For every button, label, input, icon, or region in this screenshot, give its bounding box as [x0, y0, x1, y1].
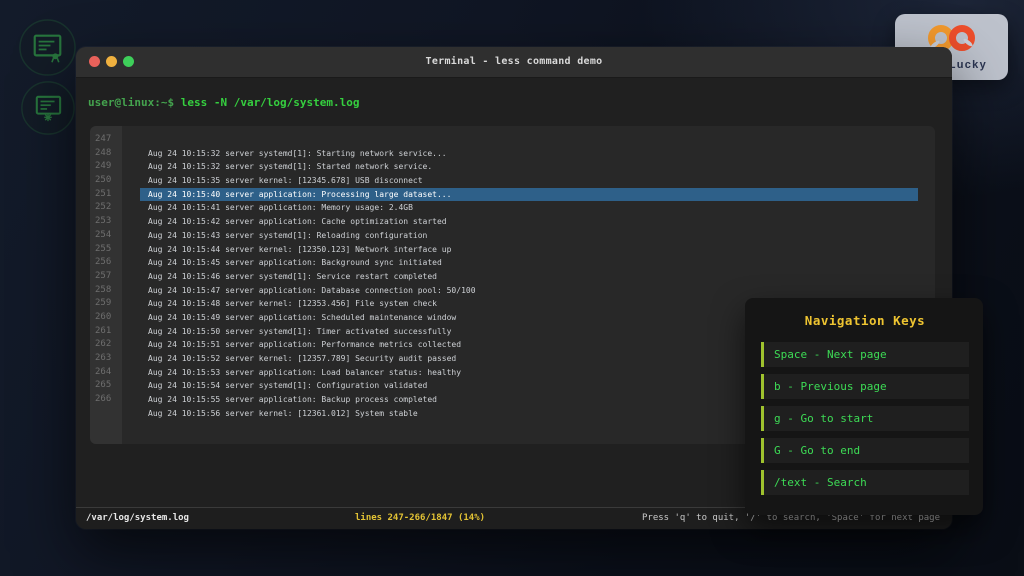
- certificate-seal-icon: [20, 80, 76, 140]
- nav-key-item: /text - Search: [761, 470, 969, 495]
- log-line-number: 249: [90, 160, 122, 174]
- prompt-command: less -N /var/log/system.log: [174, 96, 359, 109]
- log-line-number: 264: [90, 366, 122, 380]
- log-line: Aug 24 10:15:32 server systemd[1]: Start…: [140, 160, 918, 174]
- log-line-number: 247: [90, 133, 122, 147]
- log-line: Aug 24 10:15:32 server systemd[1]: Start…: [140, 147, 918, 161]
- nav-key-item: Space - Next page: [761, 342, 969, 367]
- log-line-number: 258: [90, 284, 122, 298]
- log-line-number: 260: [90, 311, 122, 325]
- log-line-number: 257: [90, 270, 122, 284]
- log-line: Aug 24 10:15:44 server kernel: [12350.12…: [140, 243, 918, 257]
- status-line-position: lines 247-266/1847 (14%): [355, 508, 485, 528]
- log-line: Aug 24 10:15:45 server application: Back…: [140, 256, 918, 270]
- log-gutter: 2472482492502512522532542552562572582592…: [90, 126, 122, 444]
- log-line-number: 255: [90, 243, 122, 257]
- nav-key-item: G - Go to end: [761, 438, 969, 463]
- log-line-number: 253: [90, 215, 122, 229]
- nav-keys-list: Space - Next page b - Previous page g - Go…: [761, 342, 969, 495]
- nav-key-item: g - Go to start: [761, 406, 969, 431]
- nav-key-item: b - Previous page: [761, 374, 969, 399]
- log-line: Aug 24 10:15:47 server application: Data…: [140, 284, 918, 298]
- log-line-number: 266: [90, 393, 122, 407]
- log-line: Aug 24 10:15:46 server systemd[1]: Servi…: [140, 270, 918, 284]
- log-line-number: 263: [90, 352, 122, 366]
- log-line-number: 261: [90, 325, 122, 339]
- log-line: Aug 24 10:15:41 server application: Memo…: [140, 201, 918, 215]
- log-line: Aug 24 10:15:42 server application: Cach…: [140, 215, 918, 229]
- certificate-icon: [18, 18, 77, 81]
- log-line-number: 256: [90, 256, 122, 270]
- log-line: Aug 24 10:15:35 server kernel: [12345.67…: [140, 174, 918, 188]
- log-line-number: 254: [90, 229, 122, 243]
- title-bar: Terminal - less command demo: [76, 47, 952, 78]
- log-line-number: 250: [90, 174, 122, 188]
- window-title: Terminal - less command demo: [76, 47, 952, 77]
- status-file-path: /var/log/system.log: [86, 508, 189, 528]
- log-line: [140, 133, 918, 147]
- navigation-keys-panel: Navigation Keys Space - Next page b - Pre…: [745, 298, 983, 515]
- nav-panel-title: Navigation Keys: [761, 313, 969, 328]
- log-line-highlighted: Aug 24 10:15:40 server application: Proc…: [140, 188, 918, 202]
- log-line: Aug 24 10:15:43 server systemd[1]: Reloa…: [140, 229, 918, 243]
- log-line-number: 248: [90, 147, 122, 161]
- log-line-number: 251: [90, 188, 122, 202]
- log-line-number: [90, 407, 122, 421]
- log-line-number: 252: [90, 201, 122, 215]
- command-prompt: user@linux:~$ less -N /var/log/system.lo…: [88, 96, 360, 109]
- log-line-number: 259: [90, 297, 122, 311]
- log-line-number: 265: [90, 379, 122, 393]
- prompt-user: user@linux:~$: [88, 96, 174, 109]
- log-line-number: 262: [90, 338, 122, 352]
